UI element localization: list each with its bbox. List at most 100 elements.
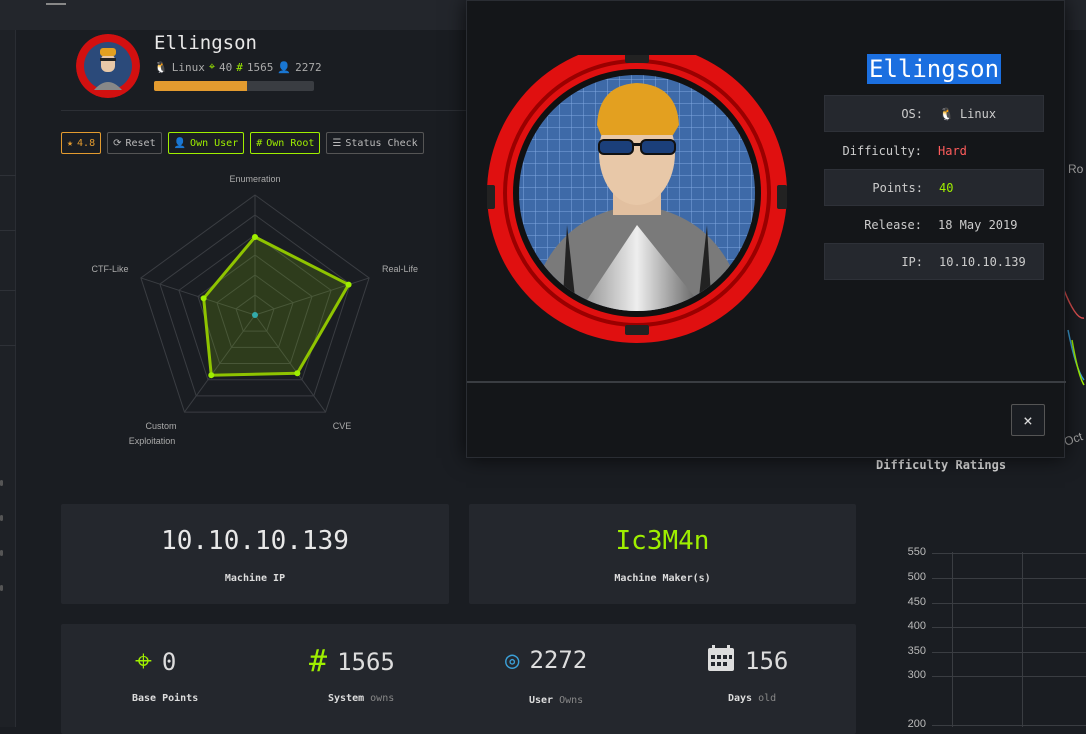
star-icon: ★ [67,137,74,149]
progress-bar [154,81,314,91]
system-suffix: owns [370,693,395,704]
radar-chart: Enumeration Real-Life CVE Custom Exploit… [91,174,418,446]
hash-icon: # [309,644,328,679]
reset-label: Reset [125,137,156,149]
y-tick-label: 200 [907,718,926,730]
status-check-button[interactable]: ☰ Status Check [326,132,424,154]
base-points-stat: ⌖ 0 [135,644,176,679]
modal-os-row: OS: 🐧 Linux [824,95,1044,132]
grid-line [952,552,953,727]
ip-key: IP: [901,254,923,269]
machine-name: Ellingson [154,32,257,54]
user-owns-stat-value: 2272 [529,646,588,674]
ip-value: 10.10.10.139 [939,254,1026,269]
days-old-label: Days old [728,693,776,704]
machine-maker-value[interactable]: Ic3M4n [469,526,856,556]
status-check-label: Status Check [345,137,418,149]
machine-maker-card: Ic3M4n Machine Maker(s) [469,504,856,604]
edge-label-ro: Ro [1068,162,1084,176]
radar-label-exploitation: Exploitation [129,436,176,446]
modal-title: Ellingson [867,54,1002,84]
rating-button[interactable]: ★ 4.8 [61,132,102,154]
own-root-button[interactable]: # Own Root [250,132,321,154]
rating-value: 4.8 [77,137,96,149]
calendar-icon [707,644,735,678]
sidebar-marker [0,585,3,591]
grid-line [932,578,1086,579]
base-points-value: 0 [161,647,177,676]
radar-label-enumeration: Enumeration [229,174,280,184]
points-value: 40 [219,60,233,74]
system-label-text: System [328,693,365,704]
radar-label-real-life: Real-Life [382,264,418,274]
points-value: 40 [939,180,954,195]
radar-point-3 [208,372,215,379]
list-icon: ☰ [332,137,342,149]
base-points-label-text: Base Points [132,693,199,704]
machine-ip-label: Machine IP [224,573,286,584]
system-owns-label: System owns [328,693,394,704]
machine-ip-card: 10.10.10.139 Machine IP [61,504,449,604]
sidebar-marker [0,515,3,521]
machine-avatar-large [487,55,787,343]
modal-footer-divider [467,381,1066,383]
machine-avatar [76,34,140,98]
difficulty-value: Hard [938,143,967,158]
y-tick-label: 300 [907,669,926,681]
user-icon: 👤 [277,60,292,74]
grid-line [932,676,1086,677]
days-suffix: old [758,693,777,704]
radar-label-ctf-like: CTF-Like [91,264,128,274]
os-value-wrap: 🐧 Linux [939,107,996,121]
grid-line [1022,552,1023,727]
difficulty-key: Difficulty: [842,143,922,158]
action-buttons: ★ 4.8 ⟳ Reset 👤 Own User # Own Root ☰ Status … [61,132,424,154]
days-label-text: Days [728,693,753,704]
user-label-text: User [529,695,554,706]
own-user-button[interactable]: 👤 Own User [167,132,245,154]
machine-meta: 🐧 Linux ⌖ 40 # 1565 👤 2272 [154,60,322,74]
grid-line [932,627,1086,628]
sidebar-marker [0,480,3,486]
linux-icon: 🐧 [939,106,954,121]
user-owns-value: 2272 [295,60,322,74]
y-tick-label: 400 [907,620,926,632]
machine-info-modal: Ellingson OS: 🐧 Linux Difficulty: Hard Po… [466,0,1066,458]
radar-point-2 [294,370,301,377]
stats-card: ⌖ 0 Base Points # 1565 System owns ◎ 227… [61,624,856,734]
y-tick-label: 500 [907,571,926,583]
base-points-label: Base Points [132,693,198,704]
progress-fill [154,81,247,91]
system-owns-stat-value: 1565 [337,647,395,676]
divider [61,110,471,111]
grid-line [932,652,1086,653]
os-value: Linux [959,106,997,121]
target-icon: ⌖ [208,60,216,73]
user-owns-label: User Owns [529,695,583,706]
reset-button[interactable]: ⟳ Reset [107,132,162,154]
machine-maker-label: Machine Maker(s) [614,573,711,584]
points-key: Points: [872,180,923,195]
y-tick-label: 350 [907,645,926,657]
hash-icon: # [236,60,243,74]
days-old-stat: 156 [707,644,788,678]
menu-icon[interactable] [46,3,66,5]
target-icon: ⌖ [135,644,152,679]
refresh-icon: ⟳ [113,137,122,149]
modal-difficulty-row: Difficulty: Hard [824,132,1044,169]
user-suffix: Owns [559,695,584,706]
release-key: Release: [864,217,922,232]
difficulty-ratings-title: Difficulty Ratings [876,458,1007,472]
radar-center [252,312,258,318]
modal-ip-row: IP: 10.10.10.139 [824,243,1044,280]
grid-line [932,603,1086,604]
modal-points-row: Points: 40 [824,169,1044,206]
days-old-value: 156 [745,647,789,675]
close-button[interactable]: × [1011,404,1045,436]
machine-ip-value[interactable]: 10.10.10.139 [61,526,449,556]
grid-line [932,725,1086,726]
user-owns-stat: ◎ 2272 [505,646,587,674]
os-key: OS: [901,106,923,121]
hash-icon: # [256,137,263,149]
own-root-label: Own Root [266,137,315,149]
